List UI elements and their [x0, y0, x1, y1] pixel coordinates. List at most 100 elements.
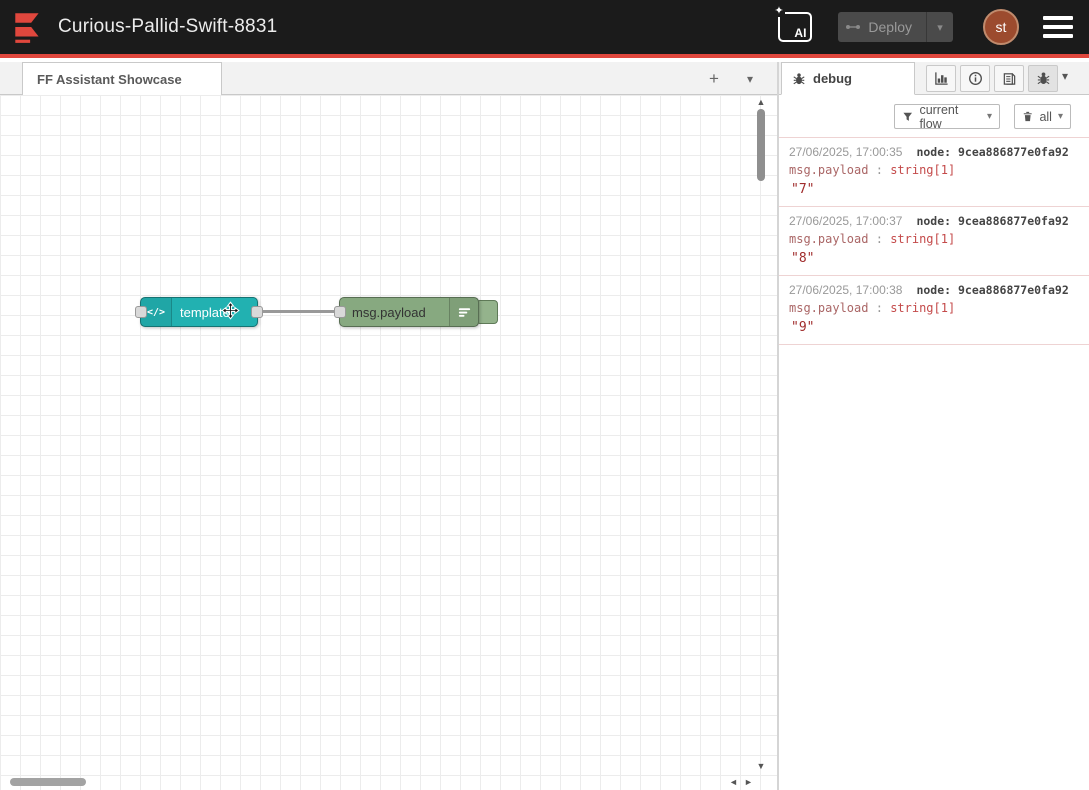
sidebar-tab-debug-icon[interactable]: [1028, 65, 1058, 92]
message-meta: 27/06/2025, 17:00:35 node: 9cea886877e0f…: [789, 145, 1079, 159]
scroll-up-arrow[interactable]: ▲: [752, 97, 770, 107]
debug-node-label: msg.payload: [340, 298, 449, 326]
flow-tab-label: FF Assistant Showcase: [37, 72, 182, 87]
canvas-horizontal-scrollbar[interactable]: ◄ ►: [0, 774, 757, 790]
menu-bar: [1043, 34, 1073, 38]
user-avatar[interactable]: st: [983, 9, 1019, 45]
bug-icon: [792, 72, 806, 86]
main-menu-button[interactable]: [1043, 16, 1073, 38]
message-node-id: node: 9cea886877e0fa92: [916, 214, 1068, 228]
app-header: Curious-Pallid-Swift-8831 ✦ AI Deploy ▾ …: [0, 0, 1089, 58]
trash-icon: [1022, 110, 1033, 123]
triangle-down-icon: ▼: [757, 761, 766, 771]
scroll-down-arrow[interactable]: ▼: [752, 761, 770, 771]
path-separator: :: [876, 232, 883, 246]
sidebar-tab-info[interactable]: [960, 65, 990, 92]
debug-filter-dropdown[interactable]: current flow ▾: [894, 104, 1000, 129]
message-path: msg.payload : string[1]: [789, 163, 1079, 177]
filter-label: current flow: [919, 103, 981, 131]
message-path: msg.payload : string[1]: [789, 301, 1079, 315]
sparkle-icon: ✦: [773, 6, 784, 17]
deploy-button[interactable]: Deploy ▾: [838, 12, 953, 42]
workspace-tabbar: FF Assistant Showcase + ▾: [0, 62, 777, 95]
funnel-icon: [902, 111, 913, 123]
debug-message[interactable]: 27/06/2025, 17:00:37 node: 9cea886877e0f…: [779, 207, 1089, 276]
message-node-id: node: 9cea886877e0fa92: [916, 145, 1068, 159]
menu-bar: [1043, 25, 1073, 29]
code-glyph: </>: [147, 307, 165, 318]
horizontal-scroll-thumb[interactable]: [10, 778, 86, 786]
triangle-right-icon: ►: [744, 777, 753, 787]
debug-message[interactable]: 27/06/2025, 17:00:38 node: 9cea886877e0f…: [779, 276, 1089, 345]
message-meta: 27/06/2025, 17:00:38 node: 9cea886877e0f…: [789, 283, 1079, 297]
ai-assistant-button[interactable]: ✦ AI: [778, 12, 812, 42]
template-node-label: template: [172, 298, 257, 326]
message-type: string[1]: [890, 301, 955, 315]
message-property: msg.payload: [789, 301, 868, 315]
path-separator: :: [876, 163, 883, 177]
clear-label: all: [1039, 110, 1052, 124]
debug-node-icon: [449, 298, 478, 326]
wire-template-to-debug[interactable]: [258, 310, 340, 313]
node-red-editor: Curious-Pallid-Swift-8831 ✦ AI Deploy ▾ …: [0, 0, 1089, 790]
ai-button-label: AI: [794, 27, 806, 39]
message-value: "8": [789, 251, 1079, 266]
flow-canvas[interactable]: </> template msg.payload: [0, 95, 777, 790]
message-node-id: node: 9cea886877e0fa92: [916, 283, 1068, 297]
message-type: string[1]: [890, 232, 955, 246]
app-logo: [10, 9, 46, 45]
sidebar-tab-dashboard[interactable]: [926, 65, 956, 92]
chevron-down-icon: ▾: [937, 21, 943, 34]
bar-chart-icon: [934, 71, 949, 86]
message-type: string[1]: [890, 163, 955, 177]
sidebar-tab-context[interactable]: [994, 65, 1024, 92]
deploy-options-caret[interactable]: ▾: [926, 12, 953, 42]
instance-title: Curious-Pallid-Swift-8831: [58, 16, 277, 38]
sidebar: debug ▾ current flow ▾ all: [779, 62, 1089, 790]
chevron-down-icon: ▾: [1062, 69, 1068, 83]
message-property: msg.payload: [789, 163, 868, 177]
input-port[interactable]: [135, 306, 147, 318]
message-timestamp: 27/06/2025, 17:00:38: [789, 283, 902, 297]
plus-icon: +: [709, 69, 719, 89]
canvas-vertical-scrollbar[interactable]: ▲ ▼: [752, 95, 770, 775]
flow-tab[interactable]: FF Assistant Showcase: [22, 62, 222, 95]
template-node[interactable]: </> template: [140, 297, 258, 327]
info-icon: [968, 71, 983, 86]
input-port[interactable]: [334, 306, 346, 318]
book-icon: [1002, 71, 1017, 86]
deploy-label: Deploy: [868, 19, 926, 35]
sidebar-tab-label: debug: [813, 71, 852, 86]
message-meta: 27/06/2025, 17:00:37 node: 9cea886877e0f…: [789, 214, 1079, 228]
message-value: "7": [789, 182, 1079, 197]
debug-message-list: 27/06/2025, 17:00:35 node: 9cea886877e0f…: [779, 137, 1089, 345]
menu-bar: [1043, 16, 1073, 20]
triangle-left-icon: ◄: [729, 777, 738, 787]
chevron-down-icon: ▾: [987, 111, 992, 122]
output-port[interactable]: [251, 306, 263, 318]
sidebar-tabs-menu-button[interactable]: ▾: [1062, 69, 1068, 83]
message-value: "9": [789, 320, 1079, 335]
message-timestamp: 27/06/2025, 17:00:35: [789, 145, 902, 159]
bug-icon: [1036, 71, 1051, 86]
scroll-left-arrow[interactable]: ◄: [729, 777, 738, 787]
triangle-up-icon: ▲: [757, 97, 766, 107]
debug-enable-toggle[interactable]: [476, 300, 498, 324]
sidebar-tab-debug[interactable]: debug: [781, 62, 915, 95]
message-property: msg.payload: [789, 232, 868, 246]
add-flow-button[interactable]: +: [700, 66, 728, 91]
debug-node[interactable]: msg.payload: [339, 297, 479, 327]
message-timestamp: 27/06/2025, 17:00:37: [789, 214, 902, 228]
sidebar-tab-strip: debug ▾: [779, 62, 1089, 95]
deploy-icon: [838, 19, 868, 35]
chevron-down-icon: ▾: [747, 72, 753, 86]
debug-message[interactable]: 27/06/2025, 17:00:35 node: 9cea886877e0f…: [779, 137, 1089, 207]
scroll-right-arrow[interactable]: ►: [744, 777, 753, 787]
debug-clear-dropdown[interactable]: all ▾: [1014, 104, 1071, 129]
path-separator: :: [876, 301, 883, 315]
avatar-initials: st: [996, 19, 1007, 35]
chevron-down-icon: ▾: [1058, 111, 1063, 122]
flow-list-button[interactable]: ▾: [736, 66, 764, 91]
vertical-scroll-thumb[interactable]: [757, 109, 765, 181]
message-path: msg.payload : string[1]: [789, 232, 1079, 246]
